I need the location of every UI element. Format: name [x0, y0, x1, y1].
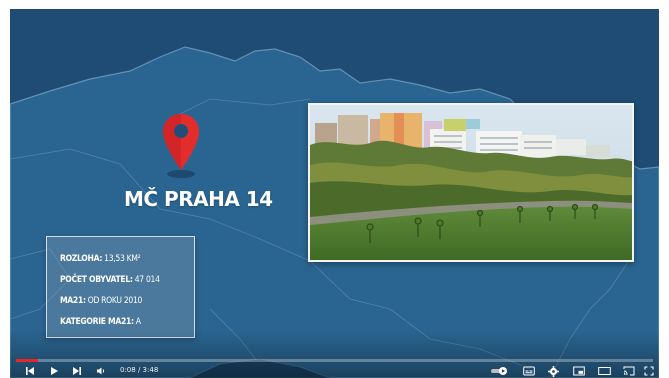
theater-mode-icon	[597, 367, 611, 375]
cast-icon	[623, 366, 635, 376]
location-pin-icon	[163, 114, 199, 178]
settings-icon	[547, 365, 559, 377]
duration: 3:48	[142, 366, 159, 374]
fullscreen-icon	[644, 366, 654, 376]
info-value: A	[135, 317, 141, 327]
info-row-area: ROZLOHA: 13,53 KM²	[60, 249, 194, 270]
miniplayer-icon	[573, 366, 585, 376]
play-icon	[51, 367, 58, 375]
next-icon	[73, 367, 81, 375]
theater-mode-button[interactable]	[597, 365, 611, 377]
aerial-photo-image	[310, 105, 632, 260]
progress-played	[16, 359, 39, 362]
info-key: ROZLOHA:	[60, 254, 103, 264]
subtitles-icon	[523, 366, 535, 376]
video-player[interactable]: MČ PRAHA 14 ROZLOHA: 13,53 KM² POČET OBYV…	[0, 0, 669, 378]
autoplay-toggle[interactable]	[490, 365, 510, 377]
previous-icon	[26, 367, 34, 375]
previous-button[interactable]	[24, 365, 36, 377]
info-value: OD ROKU 2010	[87, 296, 143, 306]
volume-button[interactable]	[95, 365, 107, 377]
miniplayer-button[interactable]	[572, 365, 586, 377]
info-key: MA21:	[60, 296, 86, 306]
video-frame[interactable]: MČ PRAHA 14 ROZLOHA: 13,53 KM² POČET OBYV…	[10, 9, 659, 378]
subtitles-button[interactable]	[522, 365, 536, 377]
cast-button[interactable]	[622, 365, 636, 377]
info-row-ma21: MA21: OD ROKU 2010	[60, 291, 194, 312]
time-display: 0:08 / 3:48	[120, 366, 158, 374]
district-title: MČ PRAHA 14	[124, 187, 273, 211]
time-separator: /	[135, 366, 143, 374]
info-value: 47 014	[134, 275, 160, 285]
controls-gradient	[10, 329, 659, 378]
fullscreen-button[interactable]	[643, 365, 655, 377]
progress-bar[interactable]	[16, 359, 653, 362]
volume-icon	[97, 367, 105, 375]
info-key: KATEGORIE MA21:	[60, 317, 134, 327]
next-button[interactable]	[71, 365, 83, 377]
autoplay-toggle-icon	[491, 367, 507, 375]
info-row-population: POČET OBYVATEL: 47 014	[60, 270, 194, 291]
play-button[interactable]	[48, 365, 60, 377]
district-photo	[308, 103, 634, 262]
current-time: 0:08	[120, 366, 136, 374]
settings-button[interactable]	[547, 365, 559, 377]
info-value: 13,53 KM²	[104, 254, 141, 264]
info-panel: ROZLOHA: 13,53 KM² POČET OBYVATEL: 47 014 …	[46, 236, 195, 338]
info-key: POČET OBYVATEL:	[60, 275, 133, 285]
